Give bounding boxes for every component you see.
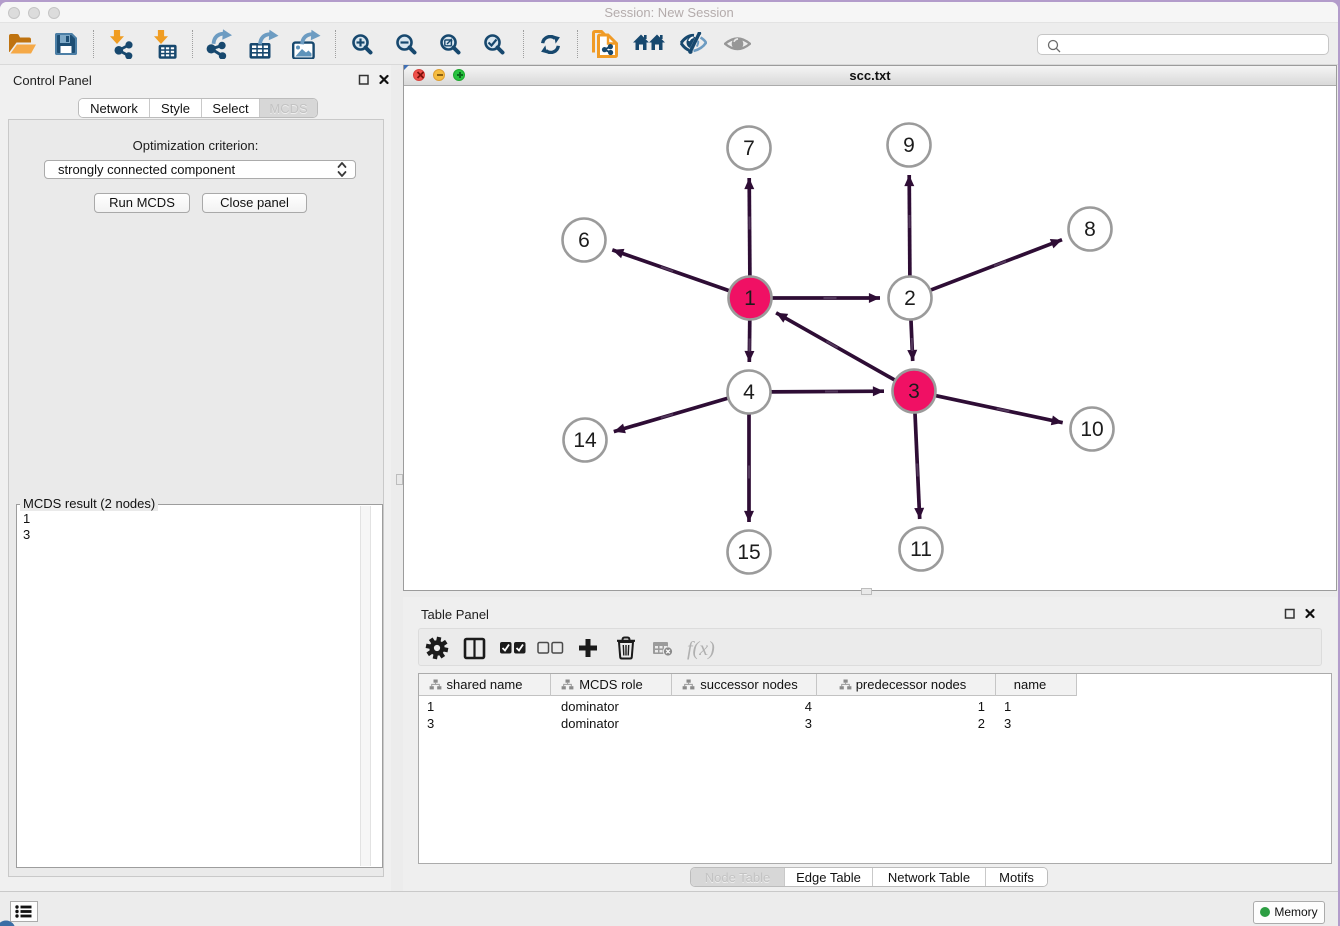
svg-text:1: 1 xyxy=(744,287,756,310)
svg-text:15: 15 xyxy=(737,541,760,564)
svg-text:11: 11 xyxy=(910,538,932,561)
svg-text:6: 6 xyxy=(578,229,590,252)
svg-text:f(x): f(x) xyxy=(687,638,715,660)
svg-text:9: 9 xyxy=(903,134,915,157)
svg-text:7: 7 xyxy=(743,137,755,160)
svg-text:8: 8 xyxy=(1084,218,1096,241)
svg-text:4: 4 xyxy=(743,381,755,404)
svg-text:10: 10 xyxy=(1080,418,1103,441)
svg-text:2: 2 xyxy=(904,287,916,310)
svg-text:3: 3 xyxy=(908,380,920,403)
svg-text:14: 14 xyxy=(573,429,597,452)
